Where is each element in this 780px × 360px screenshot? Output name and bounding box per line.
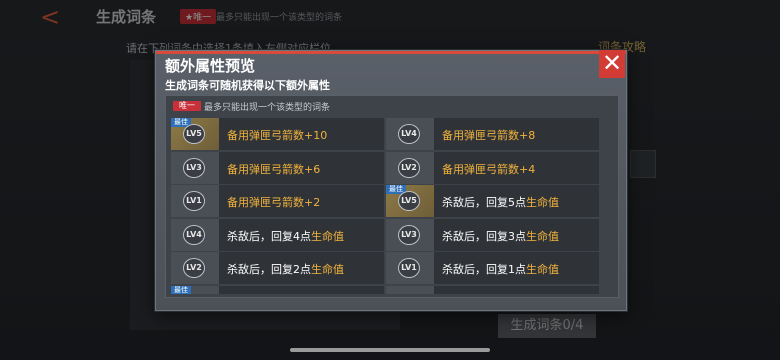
level-box: LV4 [386,118,434,150]
dialog-subtitle: 生成词条可随机获得以下额外属性 [165,79,330,92]
attribute-highlight: 生命值 [526,263,559,276]
level-badge-icon: LV5 [398,191,420,211]
level-badge-icon: LV2 [398,157,420,178]
unique-header: 唯一 最多只能出现一个该类型的词条 [166,96,618,116]
extra-attributes-dialog: 额外属性预览 生成词条可随机获得以下额外属性 ✕ 唯一 最多只能出现一个该类型的… [155,50,627,311]
attribute-text: 备用弹匣弓箭数+6 [227,161,320,177]
attribute-entry: LV1 备用弹匣弓箭数+2 [171,185,384,217]
home-indicator [290,348,490,352]
attribute-entry-partial: 最佳 [171,285,384,294]
attribute-entry: LV2 备用弹匣弓箭数+4 [386,151,599,184]
attribute-text: 杀敌后，回复3点生命值 [442,228,559,244]
attribute-entry: LV4 备用弹匣弓箭数+8 [386,118,599,150]
level-box: LV3 [386,218,434,251]
level-box: LV3 [171,151,219,184]
attribute-prefix: 杀敌后，回复2点 [227,263,311,276]
attribute-highlight: 备用弹匣弓箭数+8 [442,129,536,142]
level-badge-icon: LV1 [398,258,420,278]
attribute-highlight: 生命值 [526,229,559,243]
best-tag: 最佳 [171,285,191,294]
attribute-entry: 最佳 LV5 备用弹匣弓箭数+10 [171,118,384,150]
attribute-prefix: 杀敌后，回复4点 [227,229,311,243]
level-box: LV2 [386,151,434,184]
attribute-highlight: 生命值 [311,263,344,276]
attribute-prefix: 杀敌后，回复5点 [442,196,526,209]
unique-badge: 唯一 [173,101,201,111]
level-badge-icon: LV3 [398,224,420,245]
attribute-prefix: 杀敌后，回复1点 [442,263,526,276]
attribute-text: 备用弹匣弓箭数+8 [442,127,535,143]
attribute-entry: LV3 杀敌后，回复3点生命值 [386,218,599,251]
close-icon[interactable]: ✕ [599,50,625,78]
attribute-highlight: 备用弹匣弓箭数+10 [227,129,328,142]
unique-note: 最多只能出现一个该类型的词条 [204,103,331,113]
attribute-text: 备用弹匣弓箭数+4 [442,161,535,177]
attribute-panel: 唯一 最多只能出现一个该类型的词条 最佳 LV5 备用弹匣弓箭数+10 LV4 备用弹匣… [165,95,619,298]
level-badge-icon: LV2 [183,258,205,278]
level-badge-icon: LV4 [398,124,420,144]
level-box: LV1 [171,185,219,217]
attribute-text: 备用弹匣弓箭数+2 [227,194,320,210]
level-box: 最佳 [171,285,219,294]
attribute-entry: LV3 备用弹匣弓箭数+6 [171,151,384,184]
level-box [386,285,434,294]
attribute-text: 杀敌后，回复5点生命值 [442,194,559,210]
attribute-highlight: 生命值 [311,229,344,243]
level-badge-icon: LV1 [183,191,205,211]
level-badge-icon: LV4 [183,224,205,245]
attribute-text: 杀敌后，回复4点生命值 [227,228,344,244]
level-badge-icon: LV3 [183,157,205,178]
attribute-highlight: 生命值 [526,196,559,209]
attribute-prefix: 杀敌后，回复3点 [442,229,526,243]
attribute-entry-partial [386,285,599,294]
dialog-title: 额外属性预览 [165,57,256,75]
attribute-entry: LV2 杀敌后，回复2点生命值 [171,252,384,284]
attribute-highlight: 备用弹匣弓箭数+4 [442,162,536,176]
attribute-highlight: 备用弹匣弓箭数+6 [227,162,321,176]
level-badge-icon: LV5 [183,124,205,144]
attribute-text: 杀敌后，回复1点生命值 [442,261,559,277]
level-box: 最佳 LV5 [171,118,219,150]
level-box: LV4 [171,218,219,251]
attribute-entry: LV1 杀敌后，回复1点生命值 [386,252,599,284]
level-box: 最佳 LV5 [386,185,434,217]
attribute-text: 备用弹匣弓箭数+10 [227,127,327,143]
attribute-text: 杀敌后，回复2点生命值 [227,261,344,277]
level-box: LV1 [386,252,434,284]
attribute-entry: LV4 杀敌后，回复4点生命值 [171,218,384,251]
dialog-accent-bar [156,51,626,54]
level-box: LV2 [171,252,219,284]
attribute-highlight: 备用弹匣弓箭数+2 [227,196,321,209]
attribute-entry: 最佳 LV5 杀敌后，回复5点生命值 [386,185,599,217]
